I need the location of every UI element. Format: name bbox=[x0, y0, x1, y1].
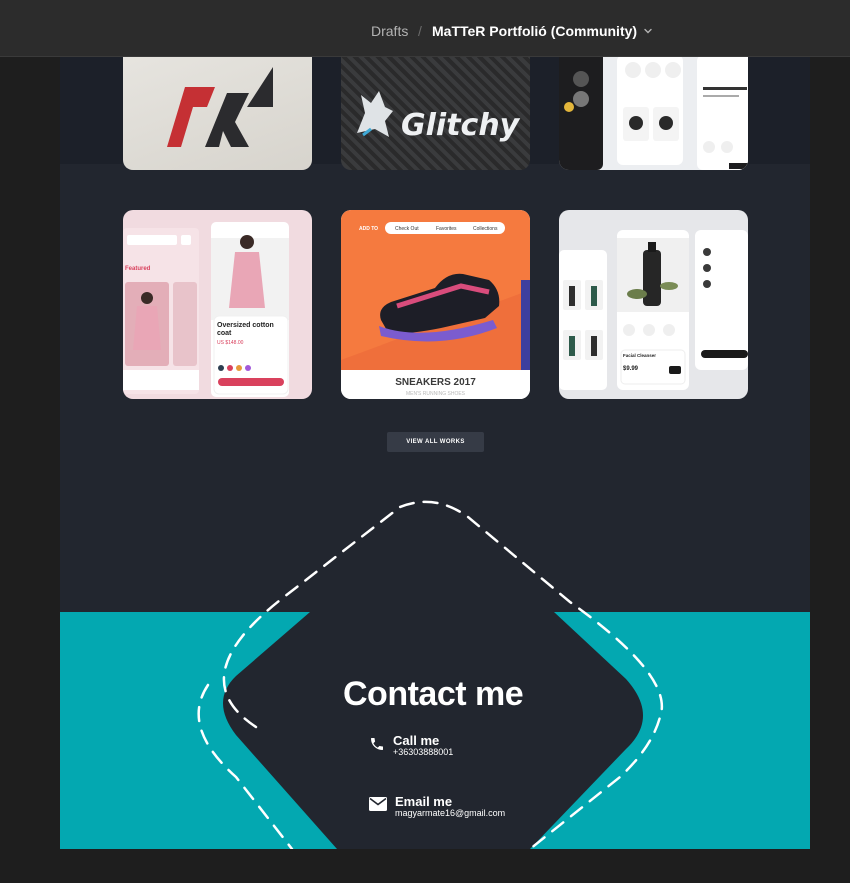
breadcrumb-drafts[interactable]: Drafts bbox=[371, 22, 408, 40]
canvas-right-gutter bbox=[810, 57, 850, 883]
breadcrumb-separator: / bbox=[418, 23, 422, 39]
chevron-down-icon[interactable] bbox=[641, 24, 655, 38]
phone-icon bbox=[371, 738, 383, 750]
portfolio-frame: Glitchy Featured Oversized cotton coat U… bbox=[60, 57, 810, 849]
contact-shape bbox=[197, 500, 664, 849]
email-icon bbox=[369, 797, 387, 811]
contact-title: Contact me bbox=[343, 675, 524, 713]
phone-number[interactable]: +36303888001 bbox=[393, 747, 453, 757]
call-me-label: Call me bbox=[393, 733, 440, 748]
file-name[interactable]: MaTTeR Portfolió (Community) bbox=[432, 22, 637, 40]
email-address[interactable]: magyarmate16@gmail.com bbox=[395, 808, 505, 818]
figma-toolbar: Drafts / MaTTeR Portfolió (Community) bbox=[0, 0, 850, 57]
email-me-label: Email me bbox=[395, 794, 453, 809]
